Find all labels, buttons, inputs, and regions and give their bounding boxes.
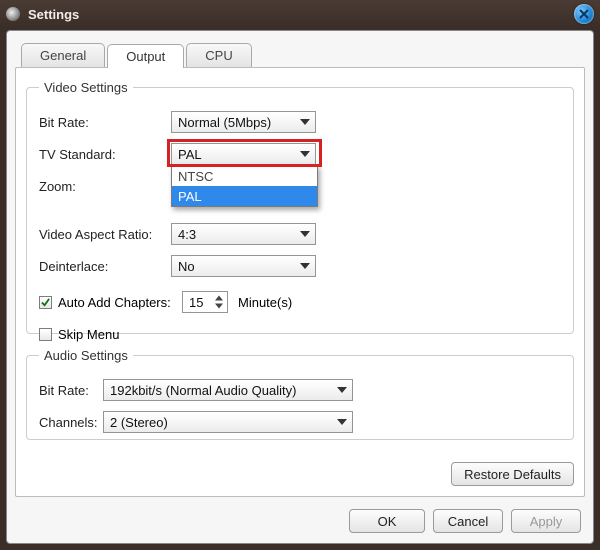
row-aspect: Video Aspect Ratio: 4:3 — [39, 219, 561, 249]
row-skipmenu: Skip Menu — [39, 319, 561, 349]
label-aspect: Video Aspect Ratio: — [39, 227, 171, 242]
close-button[interactable] — [574, 4, 594, 24]
label-autochapters: Auto Add Chapters: — [58, 295, 182, 310]
chevron-down-icon — [300, 151, 310, 157]
apply-button[interactable]: Apply — [511, 509, 581, 533]
select-audio-bitrate-value: 192kbit/s (Normal Audio Quality) — [110, 383, 296, 398]
row-audio-channels: Channels: 2 (Stereo) — [39, 407, 561, 437]
tab-bar: General Output CPU — [21, 43, 254, 67]
row-autochapters: Auto Add Chapters: 15 Minute(s) — [39, 287, 561, 317]
chevron-down-icon — [215, 303, 223, 309]
row-deinterlace: Deinterlace: No — [39, 251, 561, 281]
audio-settings-group: Audio Settings Bit Rate: 192kbit/s (Norm… — [26, 348, 574, 440]
label-tvstandard: TV Standard: — [39, 147, 171, 162]
row-tvstandard: TV Standard: PAL NTSC PAL — [39, 139, 561, 169]
tab-general[interactable]: General — [21, 43, 105, 67]
label-bitrate: Bit Rate: — [39, 115, 171, 130]
checkbox-skipmenu[interactable] — [39, 328, 52, 341]
chevron-down-icon — [300, 263, 310, 269]
spinner-arrows[interactable] — [213, 294, 225, 310]
tab-output[interactable]: Output — [107, 44, 184, 68]
option-ntsc[interactable]: NTSC — [172, 166, 317, 186]
video-settings-legend: Video Settings — [39, 80, 133, 95]
select-tvstandard[interactable]: PAL — [171, 143, 316, 165]
video-settings-group: Video Settings Bit Rate: Normal (5Mbps) … — [26, 80, 574, 334]
select-deinterlace-value: No — [178, 259, 195, 274]
checkbox-autochapters[interactable] — [39, 296, 52, 309]
dialog-panel: General Output CPU Video Settings Bit Ra… — [6, 30, 594, 544]
select-audio-bitrate[interactable]: 192kbit/s (Normal Audio Quality) — [103, 379, 353, 401]
row-audio-bitrate: Bit Rate: 192kbit/s (Normal Audio Qualit… — [39, 375, 561, 405]
option-pal[interactable]: PAL — [172, 186, 317, 206]
chevron-down-icon — [337, 387, 347, 393]
chevron-down-icon — [300, 231, 310, 237]
label-audio-channels: Channels: — [39, 415, 103, 430]
app-icon — [6, 7, 20, 21]
select-deinterlace[interactable]: No — [171, 255, 316, 277]
chevron-up-icon — [215, 295, 223, 301]
dropdown-tvstandard: NTSC PAL — [171, 165, 318, 207]
select-tvstandard-value: PAL — [178, 147, 202, 162]
restore-defaults-button[interactable]: Restore Defaults — [451, 462, 574, 486]
tab-page-output: Video Settings Bit Rate: Normal (5Mbps) … — [15, 67, 585, 497]
titlebar: Settings — [0, 0, 600, 28]
close-icon — [578, 8, 590, 20]
select-bitrate-value: Normal (5Mbps) — [178, 115, 271, 130]
label-zoom: Zoom: — [39, 179, 171, 194]
select-aspect[interactable]: 4:3 — [171, 223, 316, 245]
tab-cpu[interactable]: CPU — [186, 43, 251, 67]
chevron-down-icon — [300, 119, 310, 125]
select-aspect-value: 4:3 — [178, 227, 196, 242]
ok-button[interactable]: OK — [349, 509, 425, 533]
row-bitrate: Bit Rate: Normal (5Mbps) — [39, 107, 561, 137]
window-title: Settings — [28, 7, 79, 22]
label-audio-bitrate: Bit Rate: — [39, 383, 103, 398]
audio-settings-legend: Audio Settings — [39, 348, 133, 363]
select-bitrate[interactable]: Normal (5Mbps) — [171, 111, 316, 133]
dialog-footer: OK Cancel Apply — [349, 509, 581, 533]
label-skipmenu: Skip Menu — [58, 327, 119, 342]
spinner-autochapters[interactable]: 15 — [182, 291, 228, 313]
settings-window: Settings General Output CPU Video Settin… — [0, 0, 600, 550]
select-audio-channels[interactable]: 2 (Stereo) — [103, 411, 353, 433]
cancel-button[interactable]: Cancel — [433, 509, 503, 533]
select-audio-channels-value: 2 (Stereo) — [110, 415, 168, 430]
label-autochapters-unit: Minute(s) — [238, 295, 292, 310]
chevron-down-icon — [337, 419, 347, 425]
spinner-autochapters-value: 15 — [189, 295, 203, 310]
label-deinterlace: Deinterlace: — [39, 259, 171, 274]
